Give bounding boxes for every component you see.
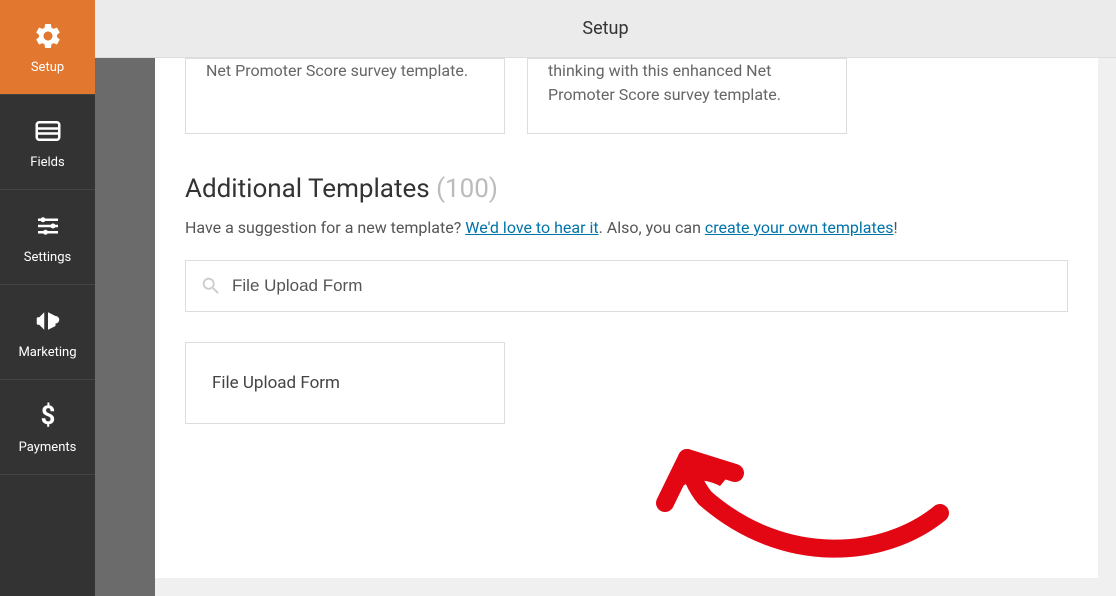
section-title-text: Additional Templates bbox=[185, 174, 430, 204]
template-card-text: thinking with this enhanced Net Promoter… bbox=[548, 59, 826, 107]
bullhorn-icon bbox=[32, 305, 64, 337]
main-panel: Net Promoter Score survey template. thin… bbox=[155, 58, 1098, 578]
sidebar-item-setup[interactable]: Setup bbox=[0, 0, 95, 95]
sidebar-item-label: Marketing bbox=[18, 345, 76, 360]
background-strip bbox=[95, 58, 155, 596]
svg-text:$: $ bbox=[40, 402, 55, 430]
search-input[interactable] bbox=[232, 276, 1053, 296]
sliders-icon bbox=[32, 210, 64, 242]
section-count: (100) bbox=[436, 174, 498, 204]
list-icon bbox=[32, 115, 64, 147]
template-card[interactable]: Net Promoter Score survey template. bbox=[185, 58, 505, 134]
section-title: Additional Templates (100) bbox=[185, 174, 1068, 204]
sidebar-item-label: Payments bbox=[19, 440, 77, 455]
sidebar-item-marketing[interactable]: Marketing bbox=[0, 285, 95, 380]
sidebar-item-payments[interactable]: $ Payments bbox=[0, 380, 95, 475]
search-box[interactable] bbox=[185, 260, 1068, 312]
sidebar-item-settings[interactable]: Settings bbox=[0, 190, 95, 285]
suggestion-link[interactable]: We'd love to hear it bbox=[465, 218, 598, 237]
sidebar-item-label: Fields bbox=[30, 155, 64, 170]
sidebar: Setup Fields Settings Marketing $ Paymen… bbox=[0, 0, 95, 596]
template-card-text: Net Promoter Score survey template. bbox=[206, 59, 484, 83]
sidebar-item-label: Setup bbox=[31, 60, 64, 75]
sidebar-item-label: Settings bbox=[24, 250, 71, 265]
template-card[interactable]: thinking with this enhanced Net Promoter… bbox=[527, 58, 847, 134]
gear-icon bbox=[32, 20, 64, 52]
create-templates-link[interactable]: create your own templates bbox=[705, 218, 894, 237]
header: Setup bbox=[95, 0, 1116, 58]
page-title: Setup bbox=[582, 18, 628, 39]
template-cards-row: Net Promoter Score survey template. thin… bbox=[185, 58, 1068, 134]
sidebar-item-fields[interactable]: Fields bbox=[0, 95, 95, 190]
template-result-label: File Upload Form bbox=[212, 373, 340, 393]
section-description: Have a suggestion for a new template? We… bbox=[185, 216, 1068, 240]
dollar-icon: $ bbox=[32, 400, 64, 432]
search-icon bbox=[200, 275, 222, 297]
template-result[interactable]: File Upload Form bbox=[185, 342, 505, 424]
annotation-arrow bbox=[645, 358, 965, 588]
